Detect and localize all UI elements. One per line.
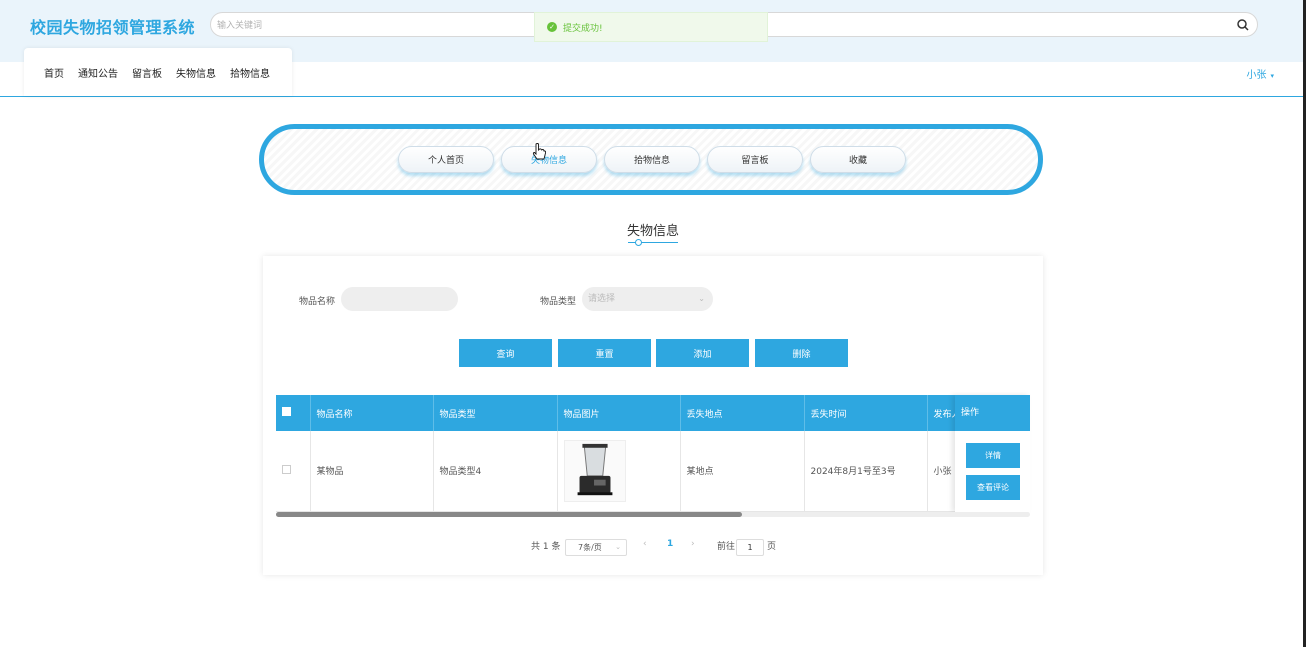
horizontal-scrollbar[interactable] [276, 512, 1030, 517]
pagination-total: 共 1 条 [531, 542, 561, 552]
title-dot [635, 239, 642, 246]
tab-found-items[interactable]: 拾物信息 [604, 146, 700, 173]
page-size-select[interactable]: 7条/页 ⌄ [565, 539, 627, 556]
lost-items-table: 物品名称 物品类型 物品图片 丢失地点 丢失时间 发布人 某物品 物品类型4 某… [276, 395, 1030, 515]
cell-image [557, 431, 681, 512]
chevron-down-icon: ⌄ [615, 543, 621, 551]
add-button[interactable]: 添加 [656, 339, 749, 367]
hand-cursor-icon [532, 143, 546, 160]
user-menu[interactable]: 小张 ▾ [1246, 66, 1274, 81]
tab-personal-home[interactable]: 个人首页 [398, 146, 494, 173]
scrollbar-thumb[interactable] [276, 512, 742, 517]
column-header-image[interactable]: 物品图片 [557, 395, 681, 431]
search-icon[interactable] [1235, 17, 1251, 33]
cell-location: 某地点 [680, 431, 805, 512]
goto-label: 前往 [717, 542, 736, 552]
column-header-time[interactable]: 丢失时间 [804, 395, 928, 431]
item-name-input[interactable] [341, 287, 458, 311]
lost-items-card: 物品名称 物品类型 请选择 ⌄ 查询 重置 添加 删除 物品名称 物品类型 物品… [263, 256, 1043, 575]
view-comments-button[interactable]: 查看评论 [966, 475, 1020, 500]
cell-name: 某物品 [310, 431, 434, 512]
main-nav: 首页 通知公告 留言板 失物信息 拾物信息 [24, 48, 292, 96]
detail-button[interactable]: 详情 [966, 443, 1020, 468]
personal-tabs: 个人首页 失物信息 拾物信息 留言板 收藏 [398, 146, 906, 173]
goto-page-input[interactable] [736, 539, 764, 556]
tab-favorites[interactable]: 收藏 [810, 146, 906, 173]
item-type-label: 物品类型 [540, 297, 577, 307]
column-header-operation: 操作 [955, 395, 1030, 431]
item-name-label: 物品名称 [299, 297, 336, 307]
operation-column: 操作 详情 查看评论 [955, 395, 1030, 512]
blender-image[interactable] [563, 439, 626, 502]
next-page-icon[interactable]: › [691, 539, 695, 549]
item-type-select[interactable]: 请选择 ⌄ [582, 287, 713, 311]
tab-message-board[interactable]: 留言板 [707, 146, 803, 173]
column-header-type[interactable]: 物品类型 [433, 395, 558, 431]
nav-item-home[interactable]: 首页 [44, 65, 64, 80]
prev-page-icon[interactable]: ‹ [643, 539, 647, 549]
site-title: 校园失物招领管理系统 [30, 18, 196, 37]
delete-button[interactable]: 删除 [755, 339, 848, 367]
toast-message: 提交成功! [563, 23, 603, 34]
table-header-row: 物品名称 物品类型 物品图片 丢失地点 丢失时间 发布人 [276, 395, 1030, 431]
success-toast: ✓ 提交成功! [534, 12, 768, 42]
chevron-down-icon: ▾ [1270, 72, 1274, 80]
chevron-down-icon: ⌄ [698, 294, 705, 303]
column-header-location[interactable]: 丢失地点 [680, 395, 805, 431]
page-title: 失物信息 [626, 224, 679, 239]
select-all-checkbox[interactable] [282, 407, 291, 416]
item-type-placeholder: 请选择 [588, 294, 616, 304]
user-name: 小张 [1246, 70, 1267, 81]
cell-time: 2024年8月1号至3号 [804, 431, 928, 512]
nav-item-lost-items[interactable]: 失物信息 [176, 65, 216, 80]
select-all-cell [276, 395, 311, 431]
query-button[interactable]: 查询 [459, 339, 552, 367]
nav-item-message-board[interactable]: 留言板 [132, 65, 162, 80]
row-checkbox[interactable] [282, 464, 291, 474]
page-size-value: 7条/页 [578, 543, 602, 552]
nav-item-found-items[interactable]: 拾物信息 [230, 65, 270, 80]
table-row: 某物品 物品类型4 某地点 2024年8月1号至3号 小张 [276, 431, 1030, 512]
nav-item-notices[interactable]: 通知公告 [78, 65, 118, 80]
cell-type: 物品类型4 [433, 431, 558, 512]
row-select-cell [276, 431, 311, 512]
current-page[interactable]: 1 [667, 539, 673, 549]
reset-button[interactable]: 重置 [558, 339, 651, 367]
page-unit-label: 页 [767, 542, 777, 552]
column-header-name[interactable]: 物品名称 [310, 395, 434, 431]
tab-lost-items[interactable]: 失物信息 [501, 146, 597, 173]
success-check-icon: ✓ [547, 22, 557, 32]
